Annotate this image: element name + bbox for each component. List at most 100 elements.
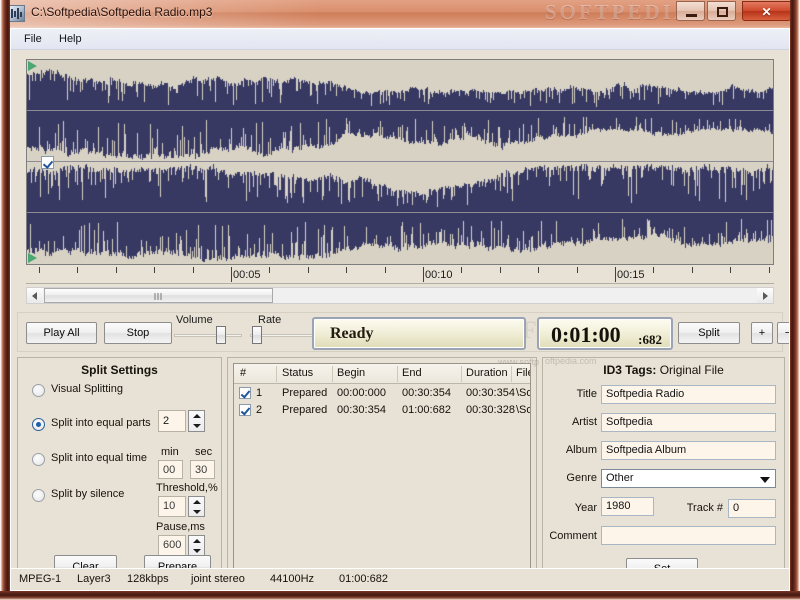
list-header-row: # Status Begin End Duration Filen <box>234 364 530 384</box>
list-column-header[interactable]: Begin <box>337 367 365 379</box>
seconds-input[interactable]: 30 <box>190 460 215 479</box>
status-display: Ready <box>312 317 526 350</box>
equal-parts-spinner[interactable] <box>188 410 205 432</box>
spinner-up-icon[interactable] <box>189 497 204 506</box>
table-cell-filename: \Sof <box>516 387 530 399</box>
scroll-left-arrow-icon[interactable] <box>27 288 43 303</box>
chevron-down-icon[interactable] <box>760 477 770 483</box>
zoom-in-button[interactable]: + <box>751 322 773 344</box>
ruler-label: 00:10 <box>425 269 453 281</box>
pause-input[interactable]: 600 <box>158 535 186 556</box>
comment-field[interactable] <box>601 526 776 545</box>
menu-item-file[interactable]: File <box>18 32 48 47</box>
title-field[interactable]: Softpedia Radio <box>601 385 776 404</box>
column-divider[interactable] <box>511 366 512 382</box>
artist-field-label: Artist <box>571 416 597 428</box>
scroll-right-arrow-icon[interactable] <box>757 288 773 303</box>
equal-parts-input[interactable]: 2 <box>158 410 186 432</box>
maximize-button[interactable] <box>707 1 736 21</box>
waveform-region-checkbox[interactable] <box>41 156 54 169</box>
application-window: SOFTPEDIA C:\Softpedia\Softpedia Radio.m… <box>0 0 800 600</box>
row-checkbox[interactable] <box>239 387 251 399</box>
column-divider[interactable] <box>397 366 398 382</box>
ruler-tick <box>538 267 539 273</box>
list-column-header[interactable]: Status <box>282 367 313 379</box>
status-segment: 44100Hz <box>270 573 315 585</box>
spinner-down-icon[interactable] <box>189 507 204 516</box>
ruler-tick <box>269 267 270 273</box>
threshold-input[interactable]: 10 <box>158 496 186 517</box>
list-column-header[interactable]: End <box>402 367 422 379</box>
channel-separator <box>27 110 773 111</box>
list-column-header[interactable]: Filen <box>516 367 530 379</box>
volume-label: Volume <box>176 314 213 326</box>
list-column-header[interactable]: # <box>240 367 246 379</box>
waveform-display[interactable] <box>26 59 774 265</box>
ruler-tick <box>730 267 731 273</box>
column-divider[interactable] <box>332 366 333 382</box>
close-icon: ✕ <box>761 5 772 19</box>
table-cell-begin: 00:30:354 <box>337 404 386 416</box>
volume-slider-track[interactable] <box>174 334 242 337</box>
status-segment: 128kbps <box>127 573 169 585</box>
track-field[interactable]: 0 <box>728 499 776 518</box>
region-end-marker-icon[interactable] <box>28 253 37 263</box>
waveform-channel-2 <box>27 111 773 162</box>
spinner-up-icon[interactable] <box>189 536 204 545</box>
rate-slider-thumb[interactable] <box>252 326 262 344</box>
genre-dropdown[interactable]: Other <box>601 469 776 488</box>
table-cell-status: Prepared <box>282 404 328 416</box>
list-column-header[interactable]: Duration <box>466 367 508 379</box>
radio-label: Split by silence <box>51 488 125 500</box>
id3-tags-label: ID3 Tags: <box>603 363 657 377</box>
close-button[interactable]: ✕ <box>742 1 791 21</box>
minutes-input[interactable]: 00 <box>158 460 183 479</box>
table-row[interactable]: 2 Prepared 00:30:354 01:00:682 00:30:328\Sof <box>234 402 530 419</box>
title-field-label: Title <box>576 388 597 400</box>
title-bar[interactable]: SOFTPEDIA C:\Softpedia\Softpedia Radio.m… <box>0 0 800 28</box>
status-segment: joint stereo <box>191 573 245 585</box>
minimize-button[interactable] <box>676 1 705 21</box>
year-field[interactable]: 1980 <box>601 497 654 516</box>
window-title: C:\Softpedia\Softpedia Radio.mp3 <box>31 5 213 19</box>
waveform-horizontal-scrollbar[interactable] <box>26 287 774 304</box>
genre-selected-value: Other <box>606 472 634 484</box>
spinner-down-icon[interactable] <box>189 546 204 555</box>
spinner-up-icon[interactable] <box>189 411 204 421</box>
id3-tags-title: ID3 Tags: Original File <box>543 363 784 377</box>
menu-bar: File Help <box>11 29 789 50</box>
waveform-scroll-thumb[interactable] <box>44 288 273 303</box>
column-divider[interactable] <box>461 366 462 382</box>
menu-item-help[interactable]: Help <box>53 32 88 47</box>
table-row[interactable]: 1Prepared00:00:00000:30:35400:30:354\Sof <box>234 385 530 402</box>
track-field-label: Track # <box>686 502 723 514</box>
split-button[interactable]: Split <box>678 322 740 344</box>
play-all-button[interactable]: Play All <box>26 322 97 344</box>
waveform-canvas-4 <box>27 213 773 264</box>
pause-spinner[interactable] <box>188 535 205 556</box>
artist-field[interactable]: Softpedia <box>601 413 776 432</box>
stop-button[interactable]: Stop <box>104 322 172 344</box>
status-segment: MPEG-1 <box>19 573 62 585</box>
region-start-marker-icon[interactable] <box>28 61 37 71</box>
time-ruler: 00:05 00:10 00:15 <box>26 266 774 284</box>
window-frame-bottom <box>0 591 800 600</box>
timer-milliseconds-text: :682 <box>638 332 662 347</box>
threshold-spinner[interactable] <box>188 496 205 517</box>
table-cell-begin: 00:00:000 <box>337 387 386 399</box>
column-divider[interactable] <box>276 366 277 382</box>
volume-slider-thumb[interactable] <box>216 326 226 344</box>
segments-list[interactable]: # Status Begin End Duration Filen 1 Prepared 00… <box>233 363 531 570</box>
split-settings-panel: Split Settings Visual Splitting Split in… <box>17 357 222 590</box>
zoom-out-button[interactable]: − <box>777 322 789 344</box>
album-field[interactable]: Softpedia Album <box>601 441 776 460</box>
scroll-thumb-grip-icon <box>154 293 163 300</box>
ruler-tick <box>193 267 194 273</box>
status-bar: MPEG-1 Layer3 128kbps joint stereo 44100Hz 01… <box>11 568 789 590</box>
ruler-tick <box>577 267 578 273</box>
ruler-tick <box>39 267 40 273</box>
waveform-channel-4 <box>27 213 773 264</box>
row-checkbox[interactable] <box>239 404 251 416</box>
ruler-tick <box>346 267 347 273</box>
spinner-down-icon[interactable] <box>189 421 204 431</box>
